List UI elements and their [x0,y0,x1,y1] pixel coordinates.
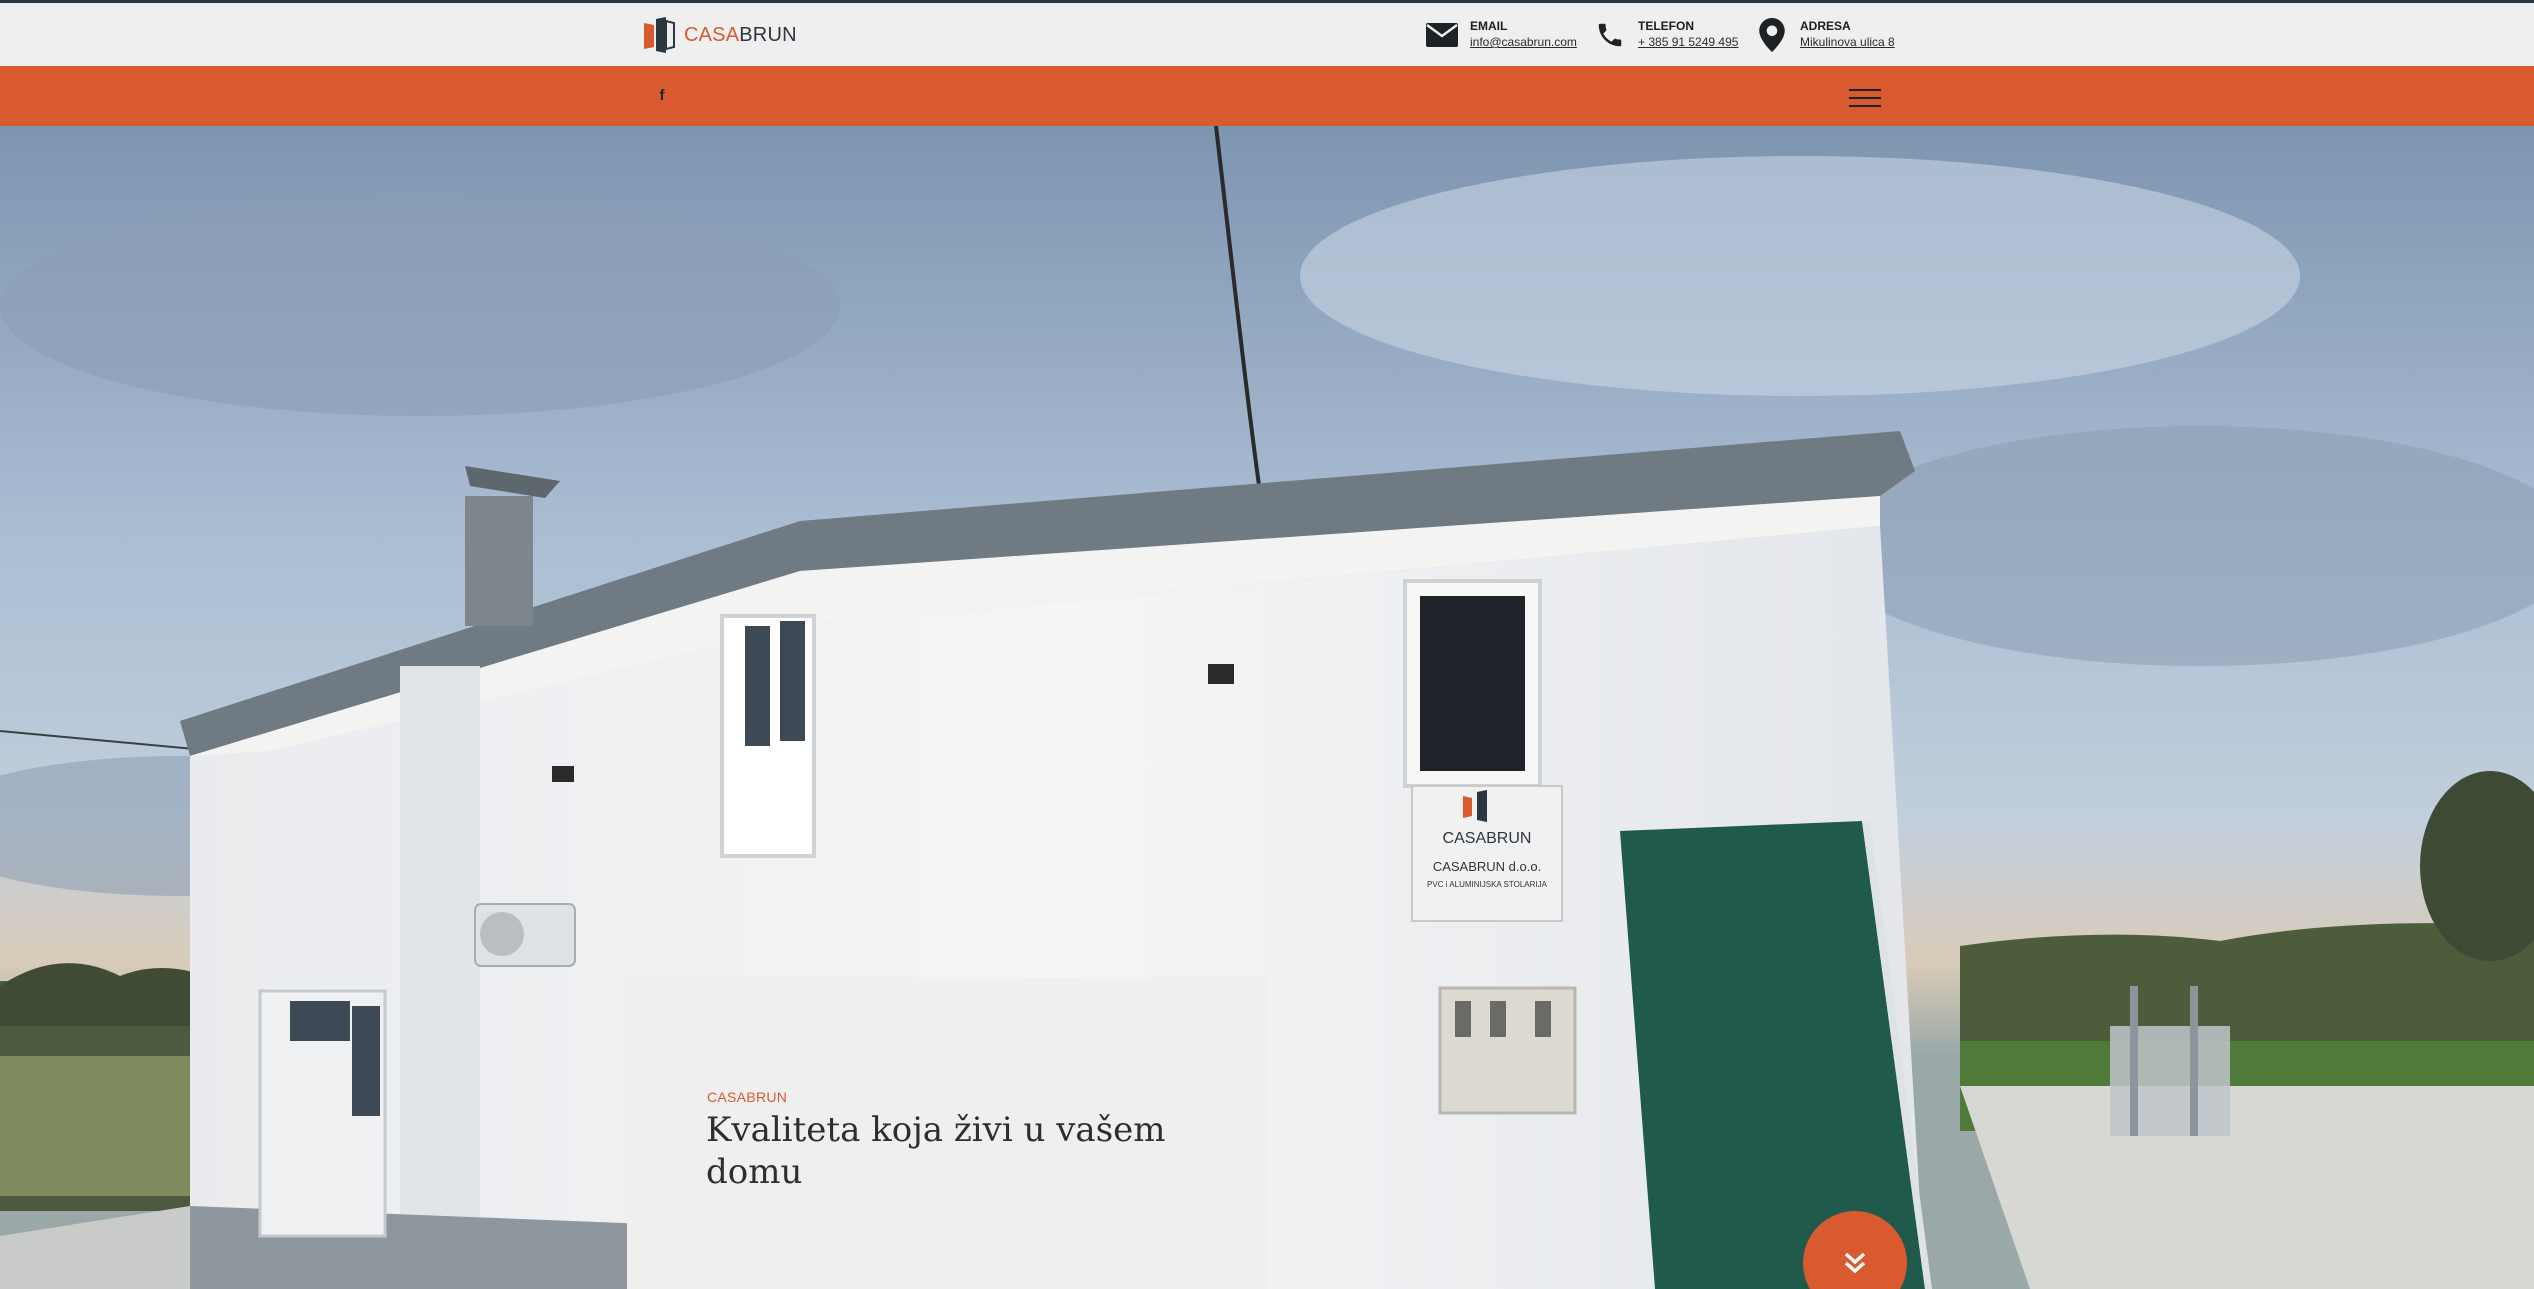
site-logo[interactable]: CASABRUN [642,17,797,53]
hero-section: CASABRUN CASABRUN d.o.o. PVC i ALUMINIJS… [0,126,2534,1289]
phone-icon [1592,17,1628,53]
location-pin-icon [1754,17,1790,53]
hero-headline: Kvaliteta koja živi u vašem domu [706,1110,1166,1192]
contact-phone-label: TELEFON [1638,19,1694,33]
sign-tagline: PVC i ALUMINIJSKA STOLARIJA [1427,880,1548,889]
hero-background-photo: CASABRUN CASABRUN d.o.o. PVC i ALUMINIJS… [0,126,2534,1289]
casabrun-logo-icon [644,17,675,53]
contact-email-link[interactable]: info@casabrun.com [1470,35,1577,49]
contact-email-label: EMAIL [1470,19,1508,33]
sign-company: CASABRUN d.o.o. [1433,859,1541,874]
contact-phone-link[interactable]: + 385 91 5249 495 [1638,35,1738,49]
sign-brand: CASABRUN [1443,830,1532,847]
contact-email: EMAIL info@casabrun.com [1424,17,1577,53]
facebook-icon[interactable]: f [652,85,672,107]
logo-wordmark: CASABRUN [684,24,797,47]
top-info-bar: CASABRUN EMAIL info@casabrun.com TELEFON… [0,0,2534,66]
contact-address: ADRESA Mikulinova ulica 8 [1754,17,1895,53]
logo-word-casa: CASA [684,23,740,46]
contact-address-label: ADRESA [1800,19,1851,33]
logo-word-brun: BRUN [739,23,797,46]
contact-address-link[interactable]: Mikulinova ulica 8 [1800,35,1895,49]
main-navbar: f [0,66,2534,126]
envelope-icon [1424,17,1460,53]
double-chevron-down-icon [1844,1252,1866,1274]
hero-text-card: CASABRUN Kvaliteta koja živi u vašem dom… [627,977,1267,1289]
contact-phone: TELEFON + 385 91 5249 495 [1592,17,1738,53]
hero-eyebrow: CASABRUN [707,1089,788,1105]
hamburger-menu-icon[interactable] [1846,82,1884,110]
